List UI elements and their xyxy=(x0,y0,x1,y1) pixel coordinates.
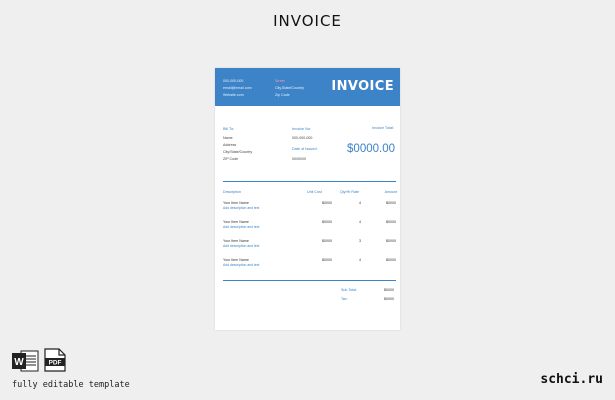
item-amount: $0000 xyxy=(386,239,396,243)
bill-to-zip: ZIP Code xyxy=(223,157,239,161)
file-format-icons: W PDF xyxy=(12,347,68,373)
invoice-total-label: Invoice Total: xyxy=(371,126,394,130)
address-zip: Zip Code xyxy=(275,93,290,97)
pdf-document-icon: PDF xyxy=(44,348,66,372)
word-letter: W xyxy=(14,357,24,368)
invoice-sheet: 000-000-000 email@email.com Website.com … xyxy=(215,68,400,330)
line-item: Your Item Name Add description and text … xyxy=(223,258,396,272)
company-address: Street City,State/Country Zip Code xyxy=(275,78,304,99)
item-qty: 4 xyxy=(359,220,361,224)
item-unit-cost: $0000 xyxy=(322,258,332,262)
subtotal-value: $0000 xyxy=(384,288,394,292)
col-qty-rate: Qty/Hr Rate xyxy=(340,190,359,194)
item-name: Your Item Name xyxy=(223,201,249,205)
item-amount: $0000 xyxy=(386,220,396,224)
line-item: Your Item Name Add description and text … xyxy=(223,220,396,234)
item-description: Add description and text xyxy=(223,225,260,229)
invoice-title: INVOICE xyxy=(331,79,394,94)
bill-to-details: Name Address City/State/Country ZIP Code xyxy=(223,135,252,163)
company-email: email@email.com xyxy=(223,86,252,90)
bill-to-city: City/State/Country xyxy=(223,150,253,154)
item-name: Your Item Name xyxy=(223,258,249,262)
brand-watermark: schci.ru xyxy=(540,372,603,387)
col-description: Description xyxy=(223,190,241,194)
address-city: City,State/Country xyxy=(275,86,304,90)
invoice-no-value: 000-000-000 xyxy=(292,136,313,140)
item-description: Add description and text xyxy=(223,244,260,248)
item-amount: $0000 xyxy=(386,201,396,205)
item-unit-cost: $0000 xyxy=(322,201,332,205)
bill-to-address: Address xyxy=(223,143,237,147)
pdf-label: PDF xyxy=(49,360,62,367)
item-qty: 3 xyxy=(359,239,361,243)
item-unit-cost: $0000 xyxy=(322,220,332,224)
address-street: Street xyxy=(275,79,285,83)
tax-label: Tax: xyxy=(341,297,348,301)
date-issued-label: Date of Issued: xyxy=(292,147,318,151)
item-name: Your Item Name xyxy=(223,220,249,224)
col-amount: Amount xyxy=(384,190,397,194)
company-website: Website.com xyxy=(223,93,244,97)
invoice-total-value: $0000.00 xyxy=(347,143,395,155)
company-contact: 000-000-000 email@email.com Website.com xyxy=(223,78,252,99)
invoice-no-label: Invoice No: xyxy=(292,127,311,131)
item-amount: $0000 xyxy=(386,258,396,262)
bill-to-name: Name xyxy=(223,136,233,140)
item-unit-cost: $0000 xyxy=(322,239,332,243)
item-qty: 4 xyxy=(359,201,361,205)
line-item: Your Item Name Add description and text … xyxy=(223,201,396,215)
item-description: Add description and text xyxy=(223,263,260,267)
page-heading: INVOICE xyxy=(273,12,342,30)
company-phone: 000-000-000 xyxy=(223,79,244,83)
table-top-rule xyxy=(223,181,396,182)
bill-to-label: Bill To: xyxy=(223,127,235,131)
invoice-header-band: 000-000-000 email@email.com Website.com … xyxy=(215,68,400,106)
date-issued-value: 00/00/00 xyxy=(292,157,306,161)
item-description: Add description and text xyxy=(223,206,260,210)
table-bottom-rule xyxy=(223,280,396,281)
col-unit-cost: Unit Cost xyxy=(307,190,322,194)
item-name: Your Item Name xyxy=(223,239,249,243)
tax-value: $0000 xyxy=(384,297,394,301)
template-caption: fully editable template xyxy=(12,380,130,390)
item-qty: 4 xyxy=(359,258,361,262)
word-document-icon: W xyxy=(12,350,39,372)
subtotal-label: Sub Total: xyxy=(341,288,357,292)
line-item: Your Item Name Add description and text … xyxy=(223,239,396,253)
